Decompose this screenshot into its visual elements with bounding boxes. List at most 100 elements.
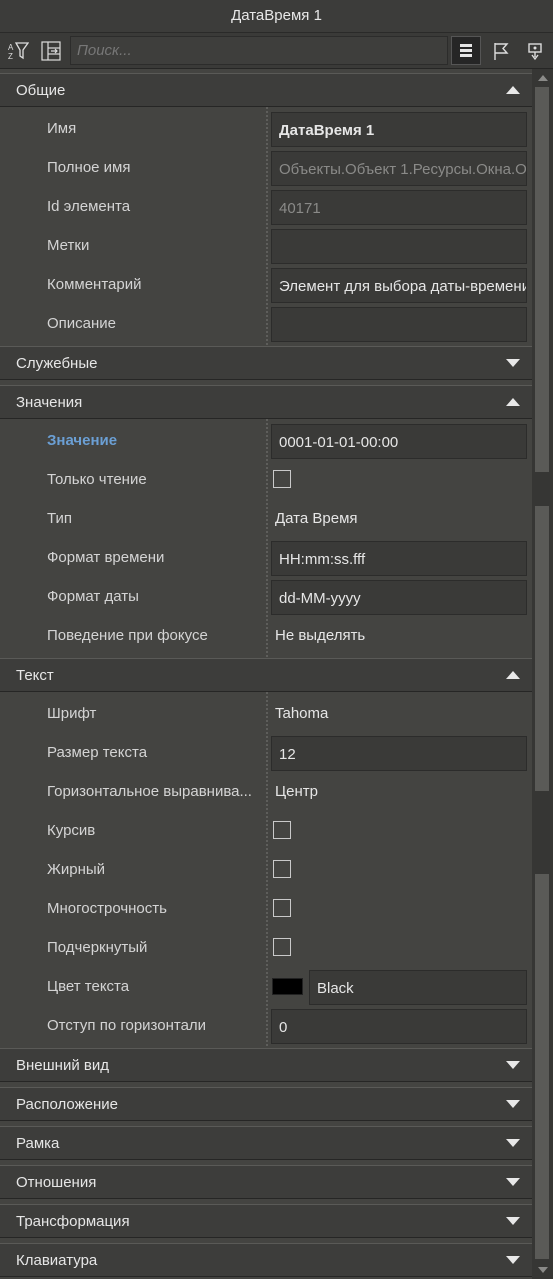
focus-behavior-value[interactable]: Не выделять: [275, 627, 365, 644]
expand-arrow-icon[interactable]: [506, 1100, 520, 1108]
expand-arrow-icon[interactable]: [506, 1178, 520, 1186]
expand-arrow-icon[interactable]: [506, 1061, 520, 1069]
full-name-field: Объекты.Объект 1.Ресурсы.Окна.Окно: [271, 151, 527, 186]
prop-row-tags: Метки: [0, 226, 532, 265]
scroll-down-icon[interactable]: [538, 1267, 548, 1273]
prop-label: Id элемента: [47, 198, 131, 215]
prop-row-readonly: Только чтение: [0, 460, 532, 499]
prop-row-hpadding: Отступ по горизонтали 0: [0, 1006, 532, 1045]
window-title: ДатаВремя 1: [231, 7, 322, 24]
prop-label: Подчеркнутый: [47, 939, 148, 956]
font-size-field[interactable]: 12: [271, 736, 527, 771]
time-format-field[interactable]: HH:mm:ss.fff: [271, 541, 527, 576]
toolbar: A Z: [0, 33, 553, 69]
section-relations[interactable]: Отношения: [0, 1165, 532, 1199]
prop-row-full-name: Полное имя Объекты.Объект 1.Ресурсы.Окна…: [0, 148, 532, 187]
search-field[interactable]: [70, 36, 448, 65]
halign-value[interactable]: Центр: [275, 783, 318, 800]
section-label: Трансформация: [16, 1213, 130, 1230]
scrollbar-thumb[interactable]: [535, 874, 549, 1259]
multiline-checkbox[interactable]: [273, 899, 291, 917]
section-label: Служебные: [16, 355, 98, 372]
categorize-icon[interactable]: [36, 36, 66, 65]
id-field: 40171: [271, 190, 527, 225]
comment-field[interactable]: Элемент для выбора даты-времени: [271, 268, 527, 303]
section-border[interactable]: Рамка: [0, 1126, 532, 1160]
hpadding-field[interactable]: 0: [271, 1009, 527, 1044]
expand-arrow-icon[interactable]: [506, 359, 520, 367]
collapse-arrow-icon[interactable]: [506, 398, 520, 406]
search-input[interactable]: [71, 37, 447, 64]
prop-row-date-format: Формат даты dd-MM-yyyy: [0, 577, 532, 616]
name-field[interactable]: ДатаВремя 1: [271, 112, 527, 147]
prop-label: Метки: [47, 237, 90, 254]
section-transform[interactable]: Трансформация: [0, 1204, 532, 1238]
vertical-scrollbar[interactable]: [532, 69, 553, 1279]
section-label: Текст: [16, 667, 54, 684]
scrollbar-thumb[interactable]: [535, 506, 549, 791]
prop-row-font-size: Размер текста 12: [0, 733, 532, 772]
svg-text:A: A: [8, 43, 14, 52]
underline-checkbox[interactable]: [273, 938, 291, 956]
prop-label: Курсив: [47, 822, 96, 839]
collapse-arrow-icon[interactable]: [506, 86, 520, 94]
section-label: Рамка: [16, 1135, 60, 1152]
prop-row-italic: Курсив: [0, 811, 532, 850]
section-keyboard[interactable]: Клавиатура: [0, 1243, 532, 1277]
section-service[interactable]: Служебные: [0, 346, 532, 380]
prop-row-id: Id элемента 40171: [0, 187, 532, 226]
value-field[interactable]: 0001-01-01-00:00: [271, 424, 527, 459]
font-value[interactable]: Tahoma: [275, 705, 328, 722]
prop-label: Шрифт: [47, 705, 97, 722]
scroll-up-icon[interactable]: [538, 75, 548, 81]
expand-arrow-icon[interactable]: [506, 1217, 520, 1225]
type-value[interactable]: Дата Время: [275, 510, 358, 527]
prop-row-underline: Подчеркнутый: [0, 928, 532, 967]
prop-label: Многострочность: [47, 900, 167, 917]
prop-label: Полное имя: [47, 159, 131, 176]
prop-row-focus-behavior: Поведение при фокусе Не выделять: [0, 616, 532, 655]
prop-label: Горизонтальное выравнива...: [47, 783, 252, 800]
section-label: Клавиатура: [16, 1252, 98, 1269]
description-field[interactable]: [271, 307, 527, 342]
prop-label: Значение: [47, 432, 118, 449]
text-color-field[interactable]: Black: [309, 970, 527, 1005]
italic-checkbox[interactable]: [273, 821, 291, 839]
prop-label: Только чтение: [47, 471, 147, 488]
section-values[interactable]: Значения: [0, 385, 532, 419]
prop-label: Описание: [47, 315, 117, 332]
prop-label: Размер текста: [47, 744, 148, 761]
prop-row-type: Тип Дата Время: [0, 499, 532, 538]
prop-row-multiline: Многострочность: [0, 889, 532, 928]
section-layout[interactable]: Расположение: [0, 1087, 532, 1121]
date-format-field[interactable]: dd-MM-yyyy: [271, 580, 527, 615]
collapse-arrow-icon[interactable]: [506, 671, 520, 679]
svg-text:Z: Z: [8, 52, 13, 61]
prop-label: Формат даты: [47, 588, 139, 605]
section-label: Расположение: [16, 1096, 118, 1113]
expand-arrow-icon[interactable]: [506, 1256, 520, 1264]
readonly-checkbox[interactable]: [273, 470, 291, 488]
expand-arrow-icon[interactable]: [506, 1139, 520, 1147]
prop-row-bold: Жирный: [0, 850, 532, 889]
scrollbar-thumb[interactable]: [535, 87, 549, 472]
prop-row-text-color: Цвет текста Black: [0, 967, 532, 1006]
prop-label: Комментарий: [47, 276, 142, 293]
section-appearance[interactable]: Внешний вид: [0, 1048, 532, 1082]
prop-row-halign: Горизонтальное выравнива... Центр: [0, 772, 532, 811]
prop-label: Формат времени: [47, 549, 165, 566]
prop-label: Тип: [47, 510, 73, 527]
section-label: Общие: [16, 82, 66, 99]
tags-field[interactable]: [271, 229, 527, 264]
flag-icon[interactable]: [486, 36, 516, 65]
section-text[interactable]: Текст: [0, 658, 532, 692]
events-icon[interactable]: [520, 36, 550, 65]
bold-checkbox[interactable]: [273, 860, 291, 878]
prop-row-name: Имя ДатаВремя 1: [0, 109, 532, 148]
sort-az-filter-icon[interactable]: A Z: [3, 36, 33, 65]
prop-row-description: Описание: [0, 304, 532, 343]
list-view-icon[interactable]: [451, 36, 481, 65]
section-general[interactable]: Общие: [0, 73, 532, 107]
prop-label: Отступ по горизонтали: [47, 1017, 207, 1034]
color-swatch[interactable]: [272, 978, 303, 995]
